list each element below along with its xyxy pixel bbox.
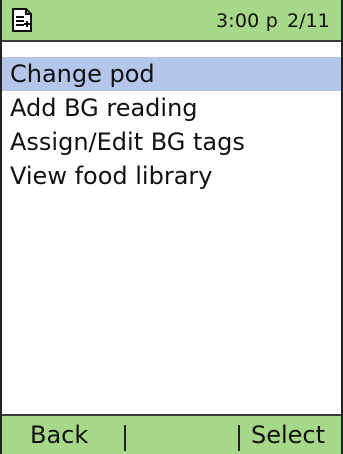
back-softkey[interactable]: Back bbox=[30, 420, 88, 450]
select-softkey[interactable]: Select bbox=[251, 420, 325, 450]
menu-item-label: Change pod bbox=[10, 60, 155, 88]
softkey-divider bbox=[124, 425, 126, 451]
menu-item-label: Add BG reading bbox=[10, 94, 198, 122]
menu-item-add-bg-reading[interactable]: Add BG reading bbox=[2, 91, 341, 125]
menu-item-label: View food library bbox=[10, 162, 213, 190]
status-time: 3:00 p bbox=[216, 10, 278, 32]
menu-list: Change pod Add BG reading Assign/Edit BG… bbox=[2, 57, 341, 193]
status-date: 2/11 bbox=[287, 10, 330, 32]
menu-item-label: Assign/Edit BG tags bbox=[10, 128, 245, 156]
status-bar: 3:00 p 2/11 bbox=[2, 0, 341, 42]
softkey-bar: Back Select bbox=[2, 414, 341, 454]
notes-plus-icon bbox=[12, 8, 32, 32]
pdm-screen: 3:00 p 2/11 Change pod Add BG reading As… bbox=[0, 0, 343, 454]
softkey-divider bbox=[238, 425, 240, 451]
menu-item-change-pod[interactable]: Change pod bbox=[2, 57, 341, 91]
menu-item-assign-edit-bg-tags[interactable]: Assign/Edit BG tags bbox=[2, 125, 341, 159]
menu-item-view-food-library[interactable]: View food library bbox=[2, 159, 341, 193]
